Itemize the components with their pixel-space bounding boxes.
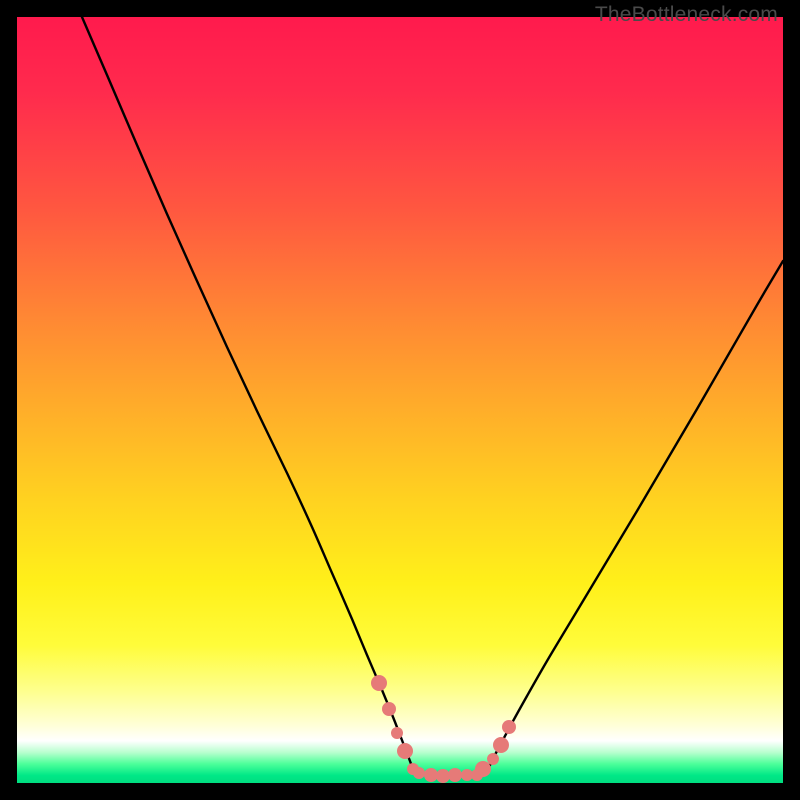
marker-dot — [382, 702, 396, 716]
right-curve — [477, 261, 783, 777]
marker-dot — [371, 675, 387, 691]
marker-dot — [448, 768, 462, 782]
marker-dot — [391, 727, 403, 739]
left-curve — [82, 17, 413, 769]
marker-dot — [487, 753, 499, 765]
watermark-text: TheBottleneck.com — [595, 3, 778, 27]
marker-dot — [493, 737, 509, 753]
marker-dot — [397, 743, 413, 759]
curve-markers — [371, 675, 516, 783]
chart-frame — [17, 17, 783, 783]
marker-dot — [502, 720, 516, 734]
marker-dot — [436, 769, 450, 783]
marker-dot — [413, 767, 425, 779]
bottleneck-curve-plot — [17, 17, 783, 783]
marker-dot — [424, 768, 438, 782]
marker-dot — [461, 769, 473, 781]
